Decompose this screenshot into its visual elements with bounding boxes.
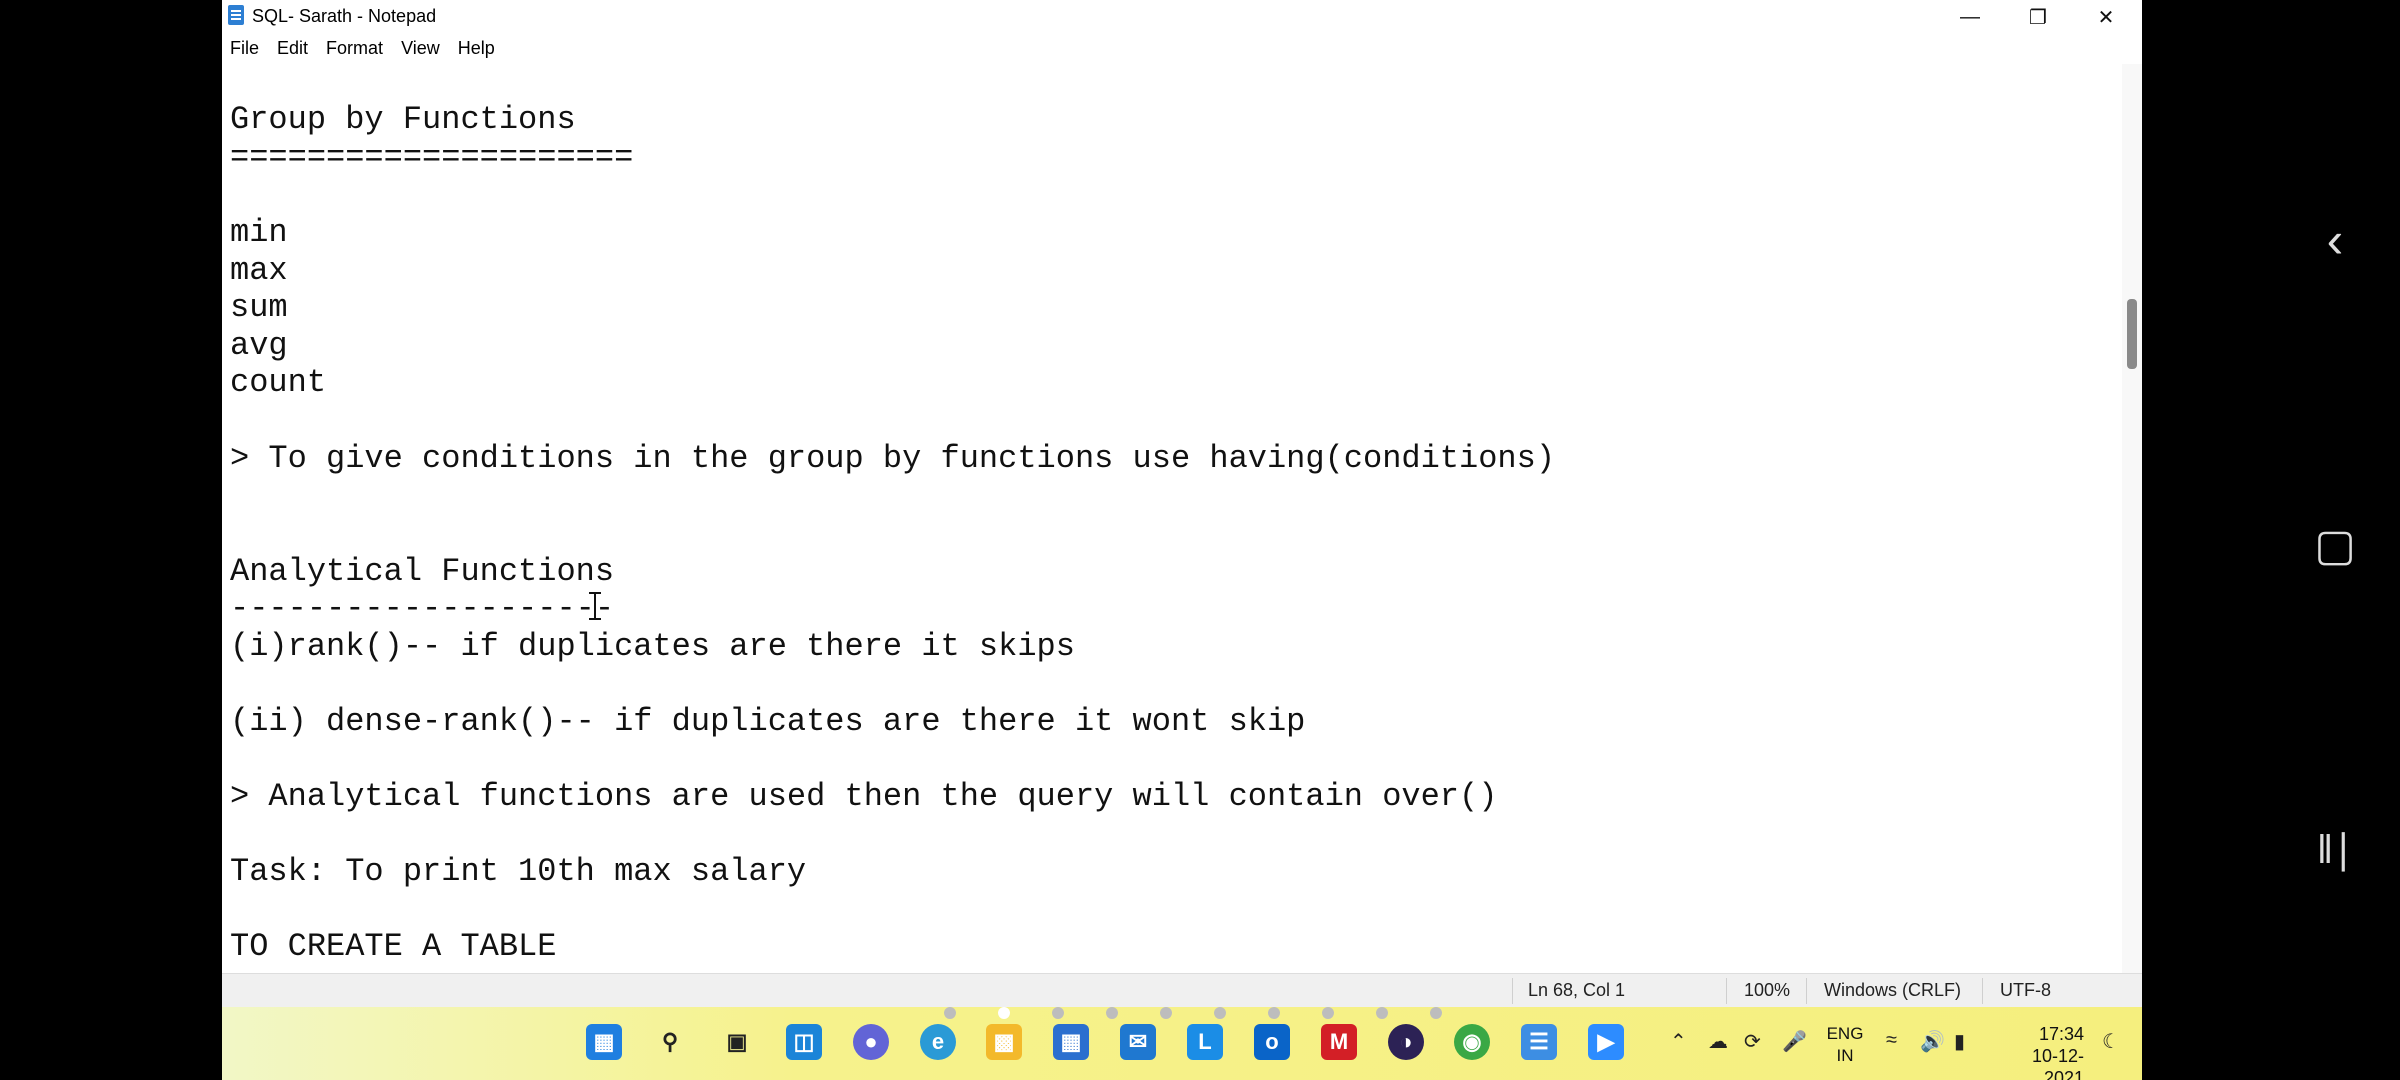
task-view-icon[interactable]: ▣ <box>719 1024 755 1060</box>
editor-line: Analytical Functions <box>230 553 615 590</box>
editor-line: Task: To print 10th max salary <box>230 853 807 890</box>
search-icon[interactable]: ⚲ <box>652 1024 688 1060</box>
menu-help[interactable]: Help <box>450 34 505 64</box>
zoom-level: 100% <box>1744 980 1791 1000</box>
back-nav-icon[interactable]: ‹ <box>2290 200 2380 280</box>
page-dot <box>1106 1007 1118 1019</box>
editor-line: > Analytical functions are used then the… <box>230 778 1498 815</box>
line-ending: Windows (CRLF) <box>1824 980 1962 1000</box>
zoom-icon[interactable]: ▶ <box>1588 1024 1624 1060</box>
status-separator <box>1806 978 1807 1004</box>
editor-line: avg <box>230 327 288 364</box>
page-dot <box>1376 1007 1388 1019</box>
battery-icon[interactable]: ▮ <box>1954 1029 1965 1054</box>
page-dot-active <box>998 1007 1010 1019</box>
language-code: ENG <box>1826 1024 1864 1043</box>
close-button[interactable]: ✕ <box>2072 0 2140 34</box>
scrollbar-thumb[interactable] <box>2127 299 2137 369</box>
time: 17:34 <box>2038 1024 2084 1044</box>
language-indicator[interactable]: ENG IN <box>1820 1023 1870 1067</box>
onedrive-icon[interactable]: ☁ <box>1708 1029 1728 1054</box>
editor-line: (ii) dense-rank()-- if duplicates are th… <box>230 703 1306 740</box>
edge-icon[interactable]: e <box>920 1024 956 1060</box>
page-dot <box>1214 1007 1226 1019</box>
vertical-scrollbar[interactable] <box>2122 64 2142 973</box>
page-dot <box>1268 1007 1280 1019</box>
editor-line: ------------------ <box>230 966 576 974</box>
notepad-icon <box>228 5 244 25</box>
region-code: IN <box>1836 1046 1854 1065</box>
restore-button[interactable]: ❐ <box>2004 0 2072 34</box>
cursor-position: Ln 68, Col 1 <box>1528 980 1626 1000</box>
menu-format[interactable]: Format <box>318 34 393 64</box>
status-separator <box>1982 978 1983 1004</box>
editor-line: -------------------- <box>230 590 615 627</box>
editor-line: (i)rank()-- if duplicates are there it s… <box>230 628 1075 665</box>
menu-edit[interactable]: Edit <box>269 34 318 64</box>
editor-line: max <box>230 252 288 289</box>
editor-line: min <box>230 214 288 251</box>
focus-assist-icon[interactable]: ☾ <box>2102 1029 2120 1054</box>
chevron-up-icon[interactable]: ⌃ <box>1670 1029 1687 1054</box>
recent-apps-nav-icon[interactable]: ‖∣ <box>2290 810 2380 890</box>
home-nav-icon[interactable]: ▢ <box>2290 505 2380 585</box>
editor-line: TO CREATE A TABLE <box>230 928 557 965</box>
eclipse-icon[interactable]: ◑ <box>1388 1024 1424 1060</box>
title-bar: SQL- Sarath - Notepad — ❐ ✕ <box>222 0 2142 34</box>
clock[interactable]: 17:34 10-12-2021 <box>1992 1023 2084 1080</box>
date: 10-12-2021 <box>2031 1046 2084 1080</box>
microphone-icon[interactable]: 🎤 <box>1782 1029 1807 1054</box>
status-separator <box>1726 978 1727 1004</box>
volume-icon[interactable]: 🔊 <box>1920 1029 1945 1054</box>
editor-line: ===================== <box>230 139 634 176</box>
status-bar: Ln 68, Col 1 100% Windows (CRLF) UTF-8 <box>222 973 2142 1008</box>
widgets-icon[interactable]: ◫ <box>786 1024 822 1060</box>
chat-icon[interactable]: ● <box>853 1024 889 1060</box>
menu-file[interactable]: File <box>222 34 269 64</box>
editor-line: Group by Functions <box>230 101 576 138</box>
chrome-icon[interactable]: ◉ <box>1454 1024 1490 1060</box>
page-dot <box>1430 1007 1442 1019</box>
editor-line: sum <box>230 289 288 326</box>
status-separator <box>1512 978 1513 1004</box>
mail-icon[interactable]: ✉ <box>1120 1024 1156 1060</box>
windows-start-icon[interactable]: ▦ <box>586 1024 622 1060</box>
outlook-icon[interactable]: o <box>1254 1024 1290 1060</box>
page-dot <box>1322 1007 1334 1019</box>
file-explorer-icon[interactable]: ▩ <box>986 1024 1022 1060</box>
minimize-button[interactable]: — <box>1936 0 2004 34</box>
page-dot <box>1160 1007 1172 1019</box>
l-app-icon[interactable]: L <box>1187 1024 1223 1060</box>
notepad-icon[interactable]: ☰ <box>1521 1024 1557 1060</box>
page-dot <box>944 1007 956 1019</box>
mcafee-icon[interactable]: M <box>1321 1024 1357 1060</box>
taskbar: ▦ ⚲ ▣ ◫ ● e ▩ ▦ ✉ L o M ◑ ◉ ☰ ▶ ⌃ ☁ ⟳ 🎤 … <box>222 1007 2142 1080</box>
menu-view[interactable]: View <box>393 34 450 64</box>
menu-bar: File Edit Format View Help <box>222 34 2142 65</box>
wifi-icon[interactable]: ≈ <box>1886 1029 1897 1052</box>
editor-line: count <box>230 364 327 401</box>
store-icon[interactable]: ▦ <box>1053 1024 1089 1060</box>
desktop-screen: SQL- Sarath - Notepad — ❐ ✕ File Edit Fo… <box>222 0 2142 1080</box>
sync-icon[interactable]: ⟳ <box>1744 1029 1761 1054</box>
text-cursor-icon <box>589 592 601 620</box>
window-title: SQL- Sarath - Notepad <box>252 6 437 26</box>
encoding: UTF-8 <box>2000 980 2051 1000</box>
text-editor[interactable]: Group by Functions =====================… <box>222 64 2122 973</box>
editor-line: > To give conditions in the group by fun… <box>230 440 1556 477</box>
page-dot <box>1052 1007 1064 1019</box>
